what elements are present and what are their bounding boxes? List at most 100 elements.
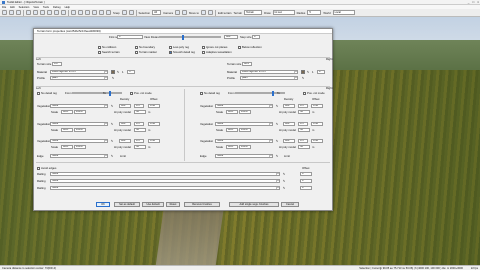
right-veg2-density[interactable]: 400 [283, 122, 295, 126]
right-veg2-scale-max[interactable]: 120% [239, 128, 251, 132]
right-edge-edit-icon[interactable]: ✎ [275, 154, 279, 158]
copy-icon[interactable] [47, 10, 52, 15]
left-veg3-density[interactable]: 400 [119, 139, 131, 143]
left-veg2-offset[interactable]: 0.40 [148, 122, 160, 126]
view-icon[interactable] [182, 10, 188, 15]
right-edge-dropdown[interactable]: None ▼ [215, 154, 273, 158]
left-veg3-hp-input[interactable]: 50 [134, 145, 146, 149]
left-profile-edit-icon[interactable]: ✎ [111, 76, 115, 80]
left-veg2-dropdown[interactable]: None ▼ [50, 122, 108, 126]
left-range-slider[interactable] [72, 91, 122, 96]
left-veg2-scale-max[interactable]: 120% [74, 128, 86, 132]
left-veg1-dropdown[interactable]: None ▼ [50, 104, 108, 108]
use-default-button[interactable]: Use default [142, 202, 164, 207]
no-boundary-checkbox[interactable] [135, 46, 138, 49]
terrain-marker-checkbox[interactable] [135, 51, 138, 54]
right-material-dropdown[interactable]: Rock rags left V1.0 h ▼ [240, 70, 298, 74]
camera-icon[interactable] [175, 10, 181, 15]
left-material-edit-icon[interactable]: ✎ [116, 70, 120, 74]
right-veg3-density[interactable]: 400 [283, 139, 295, 143]
move-to-button[interactable]: Move to [189, 11, 199, 15]
left-material-count[interactable]: 5 [127, 70, 135, 74]
railing2-edit-icon[interactable]: ✎ [282, 179, 286, 183]
redo-icon[interactable] [33, 10, 38, 15]
avoid-edges-checkbox[interactable] [37, 167, 40, 170]
radius-input[interactable]: 5 [307, 10, 322, 15]
railing2-dropdown[interactable]: None ▼ [50, 179, 280, 183]
object-icon[interactable] [106, 10, 111, 15]
ignore-cut-planes-checkbox[interactable] [202, 46, 205, 49]
below-reflection-checkbox[interactable] [238, 46, 241, 49]
right-veg3-offset[interactable]: 0.40 [311, 139, 323, 143]
terrain-icon[interactable] [99, 10, 104, 15]
snap-label[interactable]: Snap [113, 11, 120, 15]
right-profile-edit-icon[interactable]: ✎ [301, 76, 305, 80]
left-range-knob[interactable] [109, 91, 111, 96]
open-icon[interactable] [9, 10, 14, 15]
right-pos-col-checkbox[interactable] [303, 92, 306, 95]
right-veg2-dropdown[interactable]: None ▼ [215, 122, 273, 126]
left-edge-edit-icon[interactable]: ✎ [110, 154, 114, 158]
snap-angle-icon[interactable] [128, 10, 134, 15]
left-veg1-scale-min[interactable]: 90% [61, 110, 73, 114]
left-veg1-edit-icon[interactable]: ✎ [110, 104, 114, 108]
no-collision-checkbox[interactable] [98, 46, 101, 49]
railing3-dropdown[interactable]: None ▼ [50, 186, 280, 190]
right-veg3-hp-input[interactable]: 50 [298, 145, 310, 149]
step-size-input[interactable]: 4 [252, 35, 260, 39]
smooth-detail-reg-checkbox[interactable] [169, 51, 172, 54]
terrain-dropdown[interactable]: Terrain [244, 10, 263, 15]
right-no-detail-checkbox[interactable] [200, 92, 203, 95]
new-icon[interactable] [2, 10, 7, 15]
left-material-swatch[interactable] [111, 70, 115, 74]
right-veg1-dropdown[interactable]: None ▼ [215, 104, 273, 108]
delete-icon[interactable] [61, 10, 66, 15]
view-distance-slider[interactable] [159, 35, 221, 40]
right-veg2-v[interactable]: 0.5 [298, 122, 308, 126]
render-icon[interactable] [207, 10, 213, 15]
right-veg1-density[interactable]: 400 [283, 104, 295, 108]
right-profile-dropdown[interactable]: plain ▼ [240, 76, 298, 80]
left-veg3-scale-min[interactable]: 90% [61, 145, 73, 149]
railing1-edit-icon[interactable]: ✎ [282, 172, 286, 176]
move-tool-icon[interactable] [71, 10, 76, 15]
right-veg3-scale-max[interactable]: 120% [239, 145, 251, 149]
right-veg1-hp-input[interactable]: 50 [298, 110, 310, 114]
railing3-edit-icon[interactable]: ✎ [282, 186, 286, 190]
right-veg1-scale-max[interactable]: 120% [239, 110, 251, 114]
left-veg2-edit-icon[interactable]: ✎ [110, 122, 114, 126]
left-veg3-scale-max[interactable]: 120% [74, 145, 86, 149]
left-veg2-scale-min[interactable]: 90% [61, 128, 73, 132]
right-veg2-offset[interactable]: 0.40 [311, 122, 323, 126]
add-single-veg-brushes-button[interactable]: Add single vegs. brushes [229, 202, 279, 207]
right-range-knob[interactable] [272, 91, 274, 96]
left-veg1-v[interactable]: 0.5 [134, 104, 144, 108]
cancel-button[interactable]: Cancel [281, 202, 299, 207]
search-terrain-checkbox[interactable] [98, 51, 101, 54]
scale-tool-icon[interactable] [85, 10, 90, 15]
first-seed-input[interactable]: 0 [117, 35, 143, 39]
railing2-offset-input[interactable]: 0 [300, 179, 312, 183]
right-terrain-size-input[interactable]: 80.0 [242, 62, 252, 66]
view-distance-input[interactable]: 600 [224, 35, 238, 39]
left-no-detail-checkbox[interactable] [37, 92, 40, 95]
camera-label[interactable]: Camera [163, 11, 173, 15]
right-veg3-dropdown[interactable]: None ▼ [215, 139, 273, 143]
save-icon[interactable] [16, 10, 21, 15]
draw-dropdown[interactable]: lot sec [272, 10, 295, 15]
left-veg3-dropdown[interactable]: None ▼ [50, 139, 108, 143]
left-veg2-hp-input[interactable]: 50 [134, 128, 146, 132]
left-profile-dropdown[interactable]: plain ▼ [50, 76, 108, 80]
edit-terrain-button[interactable]: Edit terrain [218, 11, 232, 15]
low-poly-reg-checkbox[interactable] [169, 46, 172, 49]
left-veg3-edit-icon[interactable]: ✎ [110, 139, 114, 143]
right-veg2-scale-min[interactable]: 90% [226, 128, 238, 132]
left-veg2-density[interactable]: 400 [119, 122, 131, 126]
right-veg2-edit-icon[interactable]: ✎ [275, 122, 279, 126]
left-veg3-offset[interactable]: 0.40 [148, 139, 160, 143]
remove-brushes-button[interactable]: Remove brushes [184, 202, 220, 207]
minimize-button[interactable]: _ [468, 0, 470, 4]
maximize-button[interactable]: □ [472, 0, 474, 4]
selection-dropdown[interactable]: All [152, 10, 162, 15]
right-veg3-scale-min[interactable]: 90% [226, 145, 238, 149]
